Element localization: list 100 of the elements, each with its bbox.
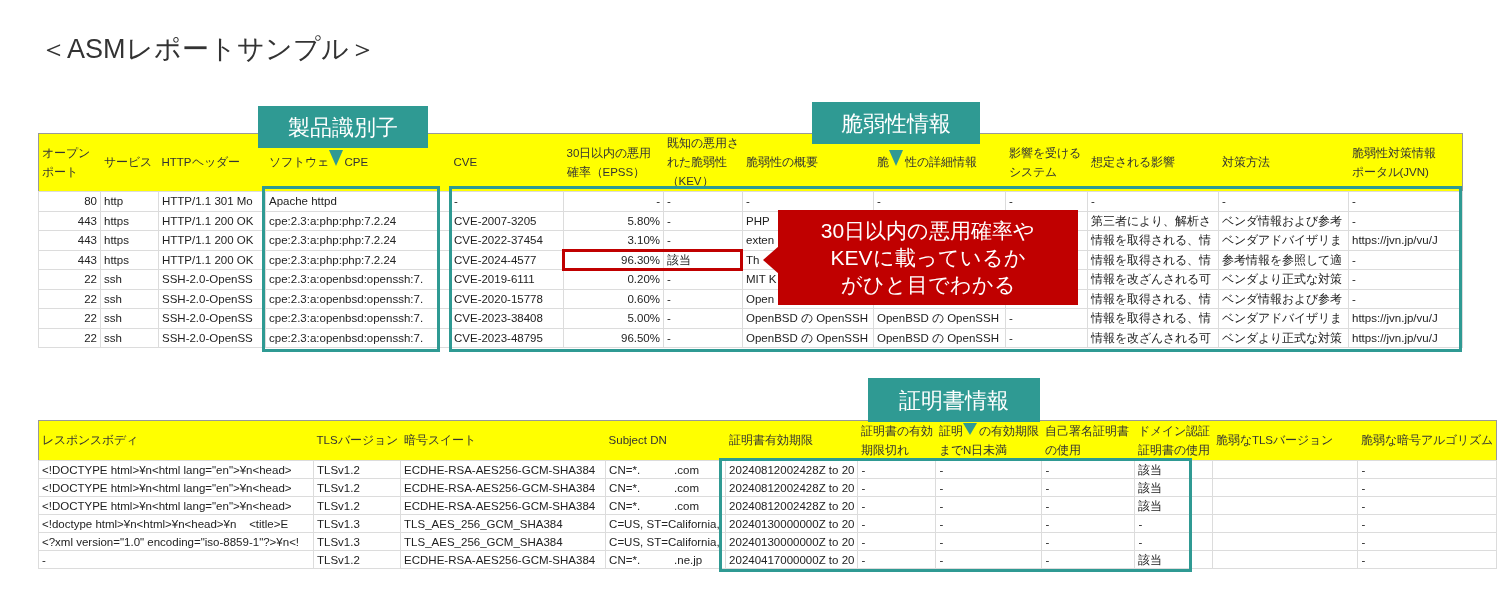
cell-text: ECDHE-RSA-AES256-GCM-SHA384 [404, 499, 596, 512]
cell-text: 0.20% [627, 273, 660, 286]
cell-text: - [1352, 253, 1356, 266]
cell-text: http [104, 195, 124, 208]
cell-text: .com [674, 480, 699, 496]
cell-text: exten [746, 234, 775, 247]
column-header: 脆弱なTLSバージョン [1215, 433, 1334, 449]
cell-text: - [861, 517, 866, 530]
cell-text: - [939, 499, 944, 512]
cell-text: Th [746, 253, 760, 266]
cell-text: 5.00% [627, 312, 660, 325]
cell-text: TLSv1.3 [317, 517, 360, 530]
cell-text: - [939, 517, 944, 530]
column-header: 脆弱性対策情報 [1351, 145, 1436, 161]
cell-text: - [861, 463, 866, 476]
cell-text: https://jvn.jp/vu/J [1352, 234, 1438, 247]
cell-text: cpe:2.3:a:openbsd:openssh:7. [269, 312, 424, 325]
cell-text: CVE-2022-37454 [454, 234, 543, 247]
cell-text: TLSv1.2 [317, 499, 360, 512]
cell-text: 96.30% [621, 253, 660, 266]
cell-text: CVE-2023-38408 [454, 312, 543, 325]
cell-text: - [454, 195, 458, 208]
cell-text: 80 [84, 195, 97, 208]
cell-text: TLSv1.2 [317, 463, 360, 476]
cell-text: - [1045, 517, 1050, 530]
column-header: Subject DN [608, 433, 667, 448]
cell-text: ベンダより正式な対策 [1222, 273, 1342, 286]
cell-text: - [939, 535, 944, 548]
cell-text: 該当 [667, 253, 691, 266]
cell-text: 22 [84, 273, 97, 286]
pointer-icon [962, 422, 977, 435]
cell-text: ベンダアドバイザリま [1222, 312, 1342, 325]
cell-text: ssh [104, 273, 122, 286]
cell-text: - [1352, 214, 1356, 227]
callout-label: 製品識別子 [258, 106, 428, 148]
column-header: 30日以内の悪用 [566, 145, 652, 161]
cell-text: https [104, 234, 129, 247]
cell-text: cpe:2.3:a:openbsd:openssh:7. [269, 273, 424, 286]
cell-text: ssh [104, 292, 122, 305]
cell-text: 該当 [1138, 463, 1163, 476]
cell-text: ベンダアドバイザリま [1222, 234, 1342, 247]
cell-text: - [1222, 195, 1226, 208]
cell-text: <?xml version="1.0" encoding="iso-8859-1"?>¥n<! [42, 535, 300, 548]
cell-text: - [42, 553, 46, 566]
cell-text: 情報を改ざんされる可 [1091, 331, 1211, 344]
cell-text: 該当 [1138, 553, 1163, 566]
column-header: ポート [42, 164, 78, 180]
cell-text: ssh [104, 312, 122, 325]
cell-text: - [1009, 312, 1013, 325]
cell-text: - [1361, 535, 1366, 548]
cell-text: TLSv1.2 [317, 553, 360, 566]
column-header: 脆 [876, 155, 889, 170]
cell-text: 22 [84, 312, 97, 325]
cell-text: - [1361, 481, 1366, 494]
cell-text: TLSv1.2 [317, 481, 360, 494]
cell-text: - [939, 463, 944, 476]
column-header: 自己署名証明書 [1044, 423, 1129, 439]
column-header: 証明書有効期限 [728, 433, 813, 448]
cell-text: 該当 [1138, 481, 1163, 494]
cell-text: OpenBSD の OpenSSH [877, 312, 999, 325]
column-header: ポータル(JVN) [1351, 164, 1429, 180]
cell-text: - [1138, 517, 1143, 530]
cell-text: 3.10% [627, 234, 660, 247]
column-header: 証明 [938, 423, 963, 439]
cell-text: 443 [77, 253, 97, 266]
cell-text: - [861, 553, 866, 566]
cell-text: CN=*. [609, 552, 641, 568]
column-header: の使用 [1044, 442, 1081, 458]
column-header: サービス [103, 155, 152, 170]
cell-text: - [667, 234, 671, 247]
cell-text: - [1045, 499, 1050, 512]
cell-text: Open [746, 292, 775, 305]
cell-text: - [1361, 463, 1366, 476]
column-header: CVE [453, 155, 478, 170]
cell-text: 443 [77, 234, 97, 247]
cell-text: - [1361, 553, 1366, 566]
cell-text: 20240130000000Z to 20 [729, 517, 855, 530]
cell-text: 22 [84, 331, 97, 344]
column-header: オープン [42, 145, 90, 161]
cell-text: - [746, 195, 750, 208]
cell-text: ベンダより正式な対策 [1222, 331, 1342, 344]
cell-text: - [1361, 499, 1366, 512]
cell-text: PHP [746, 214, 770, 227]
column-header: 想定される影響 [1090, 155, 1175, 170]
cell-text: - [656, 195, 660, 208]
cell-text: OpenBSD の OpenSSH [746, 312, 868, 325]
cell-text: CN=*. [609, 480, 641, 496]
callout-label: 証明書情報 [868, 378, 1040, 422]
cell-text: SSH-2.0-OpenSS [162, 292, 253, 305]
pointer-icon [328, 150, 343, 166]
column-header: レスポンスボディ [42, 433, 138, 448]
column-header: 確率（EPSS） [566, 164, 646, 180]
cell-text: ECDHE-RSA-AES256-GCM-SHA384 [404, 463, 596, 476]
column-header: ドメイン認証 [1137, 423, 1210, 439]
cell-text: MIT K [746, 273, 777, 286]
column-header: 期限切れ [860, 442, 909, 458]
cell-text: 20240812002428Z to 20 [729, 499, 855, 512]
cell-text: - [1361, 517, 1366, 530]
cell-text: 20240130000000Z to 20 [729, 535, 855, 548]
cell-text: 該当 [1138, 499, 1163, 512]
